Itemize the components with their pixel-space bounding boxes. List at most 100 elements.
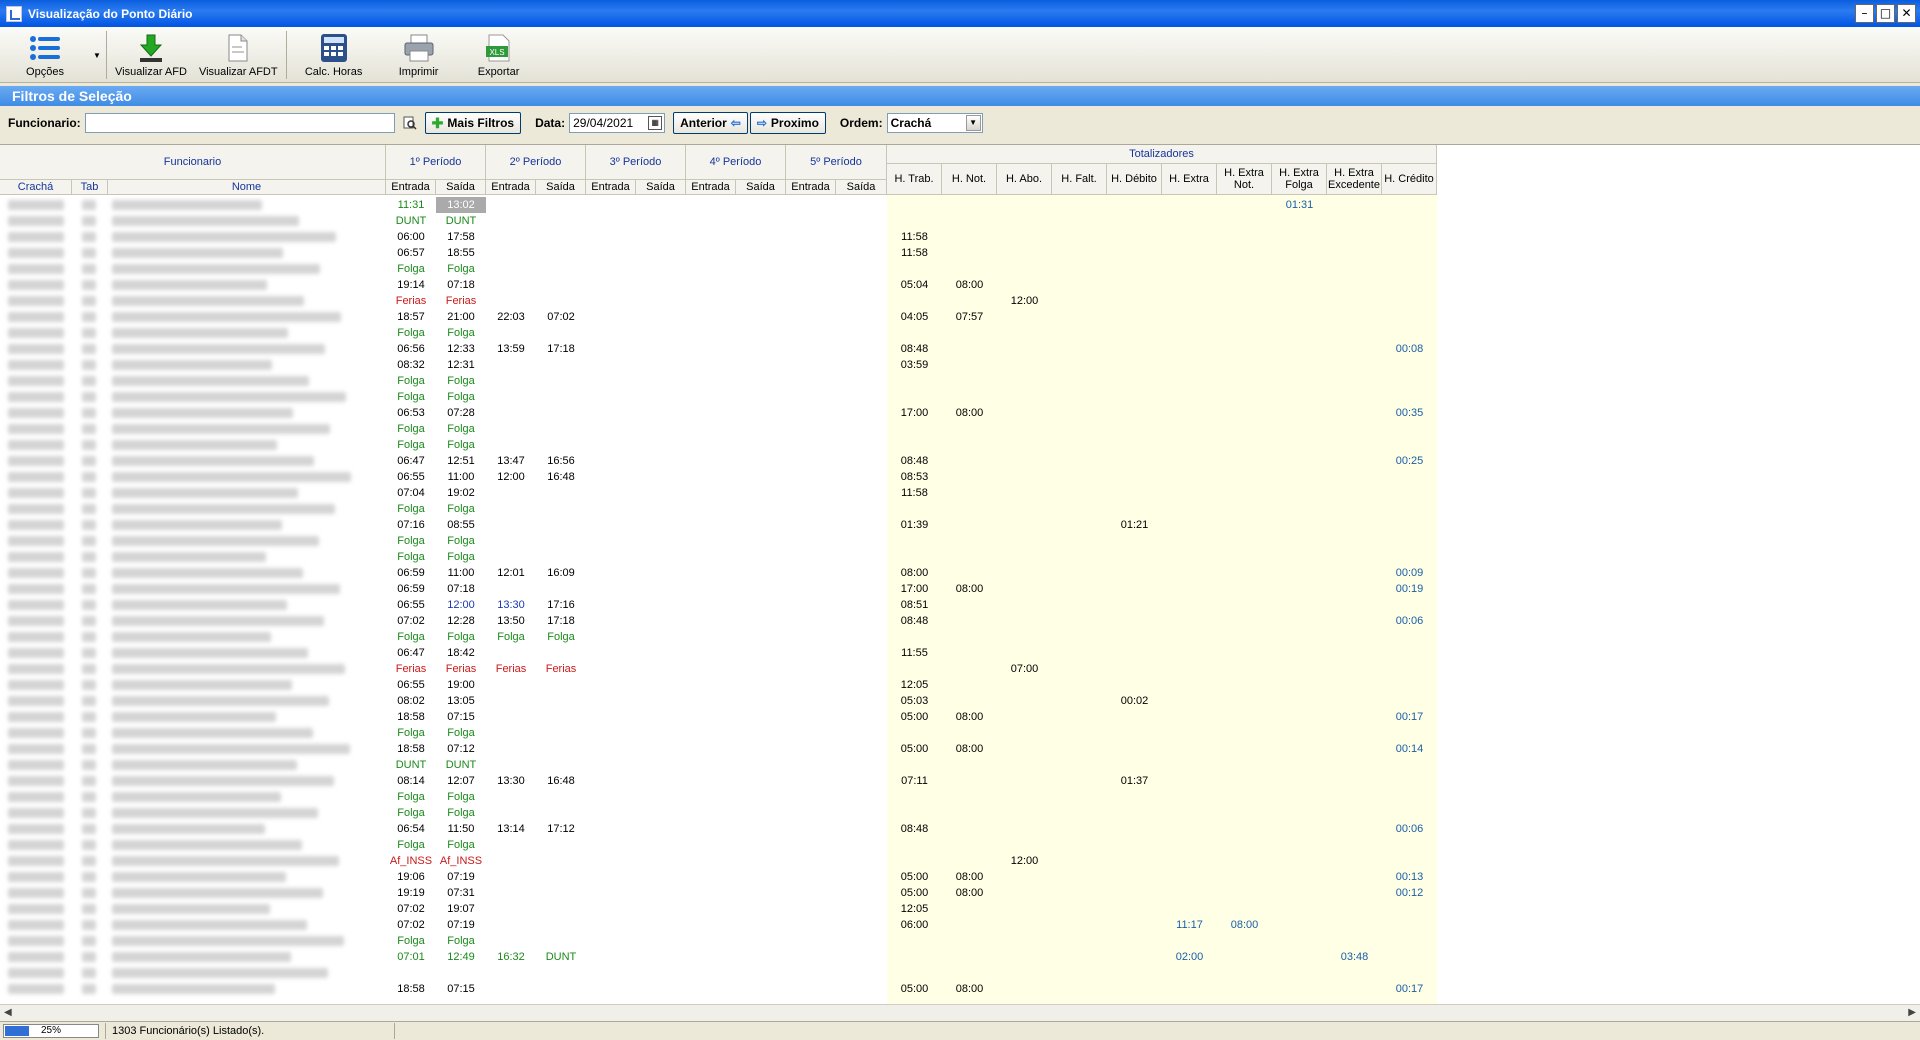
redacted-text: [82, 312, 96, 322]
scroll-left-icon[interactable]: ◀: [4, 1007, 12, 1018]
header-nome[interactable]: Nome: [108, 180, 386, 195]
toolbar-separator: [106, 31, 107, 79]
status-separator: [394, 1023, 396, 1039]
ordem-select[interactable]: Crachá ▼: [886, 113, 983, 133]
redacted-text: [82, 664, 96, 674]
entrada-cell: Folga: [397, 327, 425, 339]
redacted-text: [112, 888, 323, 898]
exportar-button[interactable]: XLS Exportar: [459, 27, 539, 83]
mais-filtros-button[interactable]: ✚ Mais Filtros: [424, 112, 522, 134]
redacted-text: [8, 248, 64, 258]
search-employee-icon[interactable]: [401, 114, 419, 132]
header-h-extra-folga: H. Extra Folga: [1272, 164, 1327, 195]
total-cell: 00:17: [1395, 983, 1424, 995]
header-totalizadores: Totalizadores: [887, 145, 1437, 164]
toolbar-label: Exportar: [477, 66, 520, 78]
redacted-text: [82, 488, 96, 498]
redacted-text: [82, 424, 96, 434]
opcoes-dropdown-arrow[interactable]: ▼: [90, 27, 104, 83]
redacted-text: [82, 632, 96, 642]
entrada-cell: 13:50: [497, 615, 525, 627]
redacted-text: [112, 312, 341, 322]
header-period-5: 5º Período: [786, 145, 887, 180]
redacted-text: [112, 936, 344, 946]
redacted-text: [8, 536, 64, 546]
redacted-text: [112, 472, 351, 482]
redacted-text: [82, 392, 96, 402]
total-cell: 03:48: [1340, 951, 1369, 963]
entrada-cell: Ferias: [395, 295, 427, 307]
ordem-label: Ordem:: [839, 116, 883, 130]
redacted-text: [112, 808, 318, 818]
timesheet-grid[interactable]: Funcionario 1º Período 2º Período 3º Per…: [0, 144, 1920, 1004]
redacted-text: [82, 232, 96, 242]
calc-horas-button[interactable]: Calc. Horas: [289, 27, 379, 83]
entrada-cell: 18:58: [397, 711, 425, 723]
saida-cell: 07:18: [447, 279, 475, 291]
saida-cell: Folga: [447, 631, 475, 643]
total-cell: 12:05: [900, 903, 929, 915]
header-saida: Saída: [736, 180, 786, 195]
visualizar-afd-button[interactable]: Visualizar AFD: [109, 27, 193, 83]
maximize-button[interactable]: □: [1876, 4, 1895, 23]
redacted-text: [8, 568, 64, 578]
entrada-cell: 18:57: [397, 311, 425, 323]
entrada-cell: 13:59: [497, 343, 525, 355]
redacted-text: [112, 456, 314, 466]
total-cell: 01:31: [1285, 199, 1314, 211]
toolbar-label: Visualizar AFDT: [198, 66, 278, 78]
data-date-picker[interactable]: 29/04/2021 ▦: [569, 113, 666, 133]
arrow-right-icon: ⇨: [756, 116, 767, 130]
entrada-cell: 06:56: [397, 343, 425, 355]
redacted-text: [8, 792, 64, 802]
toolbar-label: Opções: [26, 66, 64, 78]
opcoes-button[interactable]: Opções: [0, 27, 90, 83]
saida-cell: 18:55: [447, 247, 475, 259]
close-button[interactable]: ✕: [1897, 4, 1916, 23]
redacted-text: [82, 584, 96, 594]
entrada-cell: 08:32: [397, 359, 425, 371]
scroll-right-icon[interactable]: ▶: [1908, 1007, 1916, 1018]
saida-cell: 07:15: [447, 711, 475, 723]
entrada-cell: 06:00: [397, 231, 425, 243]
redacted-text: [82, 920, 96, 930]
redacted-text: [82, 216, 96, 226]
proximo-button[interactable]: ⇨ Proximo: [749, 112, 826, 134]
saida-cell: Folga: [447, 439, 475, 451]
entrada-cell: Folga: [397, 439, 425, 451]
redacted-text: [82, 376, 96, 386]
redacted-text: [8, 824, 64, 834]
redacted-text: [82, 968, 96, 978]
status-message: 1303 Funcionário(s) Listado(s).: [112, 1025, 265, 1037]
minimize-button[interactable]: –: [1855, 4, 1874, 23]
redacted-text: [82, 728, 96, 738]
redacted-text: [8, 360, 64, 370]
chevron-down-icon[interactable]: ▼: [965, 115, 981, 131]
header-period-3: 3º Período: [586, 145, 686, 180]
filter-bar: Funcionario: ✚ Mais Filtros Data: 29/04/…: [0, 108, 1920, 138]
horizontal-scrollbar[interactable]: ◀ ▶: [0, 1004, 1920, 1021]
redacted-text: [82, 296, 96, 306]
redacted-text: [112, 552, 266, 562]
redacted-text: [8, 456, 64, 466]
funcionario-input[interactable]: [84, 113, 395, 133]
saida-cell: 07:19: [447, 871, 475, 883]
calendar-icon[interactable]: ▦: [648, 116, 663, 130]
total-cell: 05:00: [900, 711, 929, 723]
saida-cell: 12:28: [447, 615, 475, 627]
entrada-cell: Ferias: [395, 663, 427, 675]
redacted-text: [112, 504, 335, 514]
header-tab[interactable]: Tab: [72, 180, 108, 195]
imprimir-button[interactable]: Imprimir: [379, 27, 459, 83]
redacted-text: [112, 264, 320, 274]
visualizar-afdt-button[interactable]: Visualizar AFDT: [193, 27, 284, 83]
header-cracha[interactable]: Crachá: [0, 180, 72, 195]
anterior-button[interactable]: Anterior ⇦: [673, 112, 748, 134]
redacted-text: [82, 936, 96, 946]
total-cell: 08:00: [900, 567, 929, 579]
redacted-text: [82, 616, 96, 626]
toolbar-label: Visualizar AFD: [115, 66, 187, 78]
total-cell: 01:39: [900, 519, 929, 531]
progress-bar: 25%: [3, 1024, 99, 1038]
total-cell: 11:58: [901, 487, 928, 499]
